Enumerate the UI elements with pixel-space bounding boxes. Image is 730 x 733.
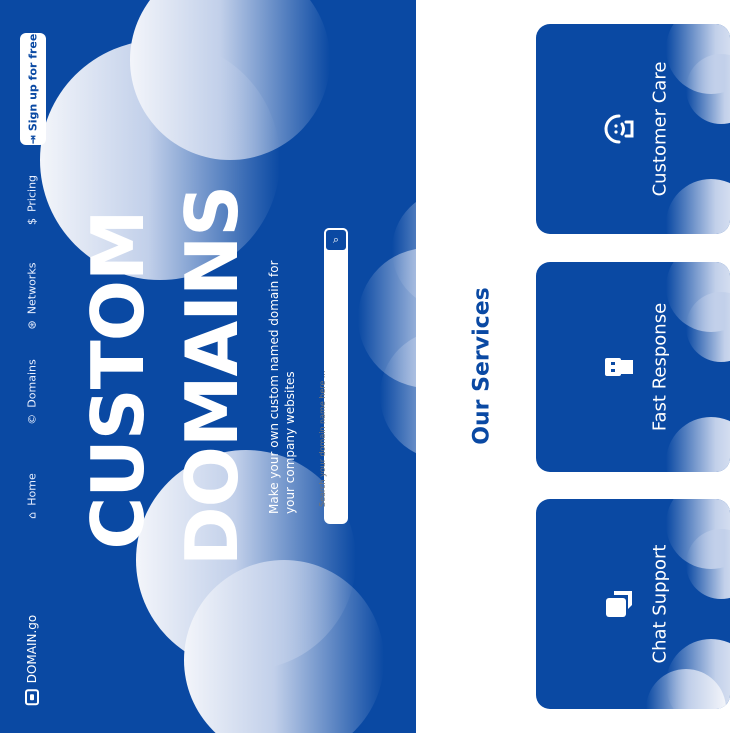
- service-card-chat-support[interactable]: Chat Support: [536, 499, 730, 709]
- search-button[interactable]: ⌕: [324, 228, 348, 252]
- antenna-icon: ⊛: [25, 320, 39, 330]
- login-icon: ⇥: [26, 135, 40, 145]
- nav-item-label: Domains: [25, 359, 39, 408]
- cloud-decoration: [666, 179, 730, 234]
- service-card-customer-care[interactable]: Customer Care: [536, 24, 730, 234]
- nav-item-label: Home: [25, 473, 39, 506]
- chat-icon: [602, 587, 636, 621]
- headset-icon: [602, 112, 636, 146]
- nav-item-label: Networks: [25, 262, 39, 315]
- brand-name: DOMAIN.go: [25, 614, 39, 684]
- browser-icon: [25, 689, 39, 706]
- search-icon: ⌕: [332, 233, 340, 246]
- dollar-icon: $: [25, 218, 39, 226]
- domain-search-bar: ⌕: [311, 228, 348, 524]
- signup-label: Sign up for free: [26, 33, 40, 132]
- hero-panel: DOMAIN.go ⌂ Home © Domains ⊛ Networks $ …: [0, 0, 416, 733]
- cloud-decoration: [666, 417, 730, 472]
- signup-button[interactable]: ⇥ Sign up for free: [20, 33, 46, 145]
- home-icon: ⌂: [25, 511, 39, 519]
- copyright-icon: ©: [25, 413, 39, 425]
- nav-item-label: Pricing: [25, 174, 39, 213]
- service-card-fast-response[interactable]: Fast Response: [536, 262, 730, 472]
- usb-icon: [602, 350, 636, 384]
- search-input[interactable]: [311, 265, 333, 509]
